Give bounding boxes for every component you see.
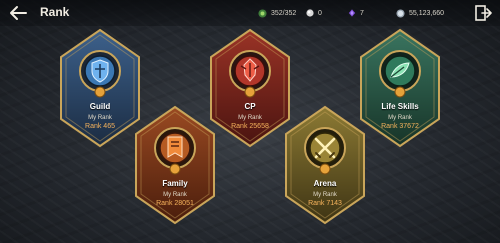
resource-silver: 55,123,660 — [396, 6, 444, 20]
back-arrow-icon[interactable] — [8, 4, 28, 22]
rank-card-life-skills[interactable]: Life Skills My Rank Rank 37672 — [357, 27, 443, 149]
rank-card-guild[interactable]: Guild My Rank Rank 465 — [57, 27, 143, 149]
rank-card-arena[interactable]: Arena My Rank Rank 7143 — [282, 104, 368, 226]
green-gem-icon — [258, 8, 267, 18]
badge-title: Family — [162, 179, 188, 188]
resource-value: 0 — [318, 9, 322, 17]
combat-power-icon — [229, 50, 271, 98]
badge-title: Life Skills — [381, 102, 419, 111]
badge-rank: Rank 25658 — [231, 123, 269, 130]
badge-subtitle: My Rank — [238, 115, 262, 121]
resource-value: 352/352 — [271, 9, 297, 17]
exit-icon[interactable] — [474, 4, 492, 22]
family-banner-icon — [154, 127, 196, 175]
badge-subtitle: My Rank — [388, 115, 412, 121]
badge-title: Arena — [313, 179, 337, 188]
rank-card-family[interactable]: Family My Rank Rank 28051 — [132, 104, 218, 226]
shield-icon — [79, 50, 121, 98]
resource-orb: 0 — [306, 6, 322, 20]
resource-stamina: 352/352 — [258, 6, 296, 20]
rank-card-cp[interactable]: CP My Rank Rank 25658 — [207, 27, 293, 149]
badge-rank: Rank 465 — [85, 123, 115, 130]
badge-rank: Rank 28051 — [156, 200, 194, 207]
badge-subtitle: My Rank — [88, 115, 112, 121]
top-bar: Rank 352/352 0 7 55,123,660 — [0, 0, 500, 26]
resource-value: 55,123,660 — [409, 9, 445, 17]
silver-coin-icon — [396, 8, 405, 18]
badge-subtitle: My Rank — [163, 192, 187, 198]
purple-crystal-icon — [348, 9, 356, 17]
crossed-swords-icon — [304, 127, 346, 175]
resource-crystal: 7 — [348, 6, 364, 20]
badge-title: CP — [244, 102, 256, 111]
page-title: Rank — [40, 5, 70, 19]
badge-subtitle: My Rank — [313, 192, 337, 198]
resource-value: 7 — [360, 9, 364, 17]
badge-title: Guild — [89, 102, 111, 111]
badge-rank: Rank 7143 — [308, 200, 342, 207]
life-skills-icon — [379, 50, 421, 98]
badge-rank: Rank 37672 — [381, 123, 419, 130]
white-orb-icon — [306, 9, 314, 17]
